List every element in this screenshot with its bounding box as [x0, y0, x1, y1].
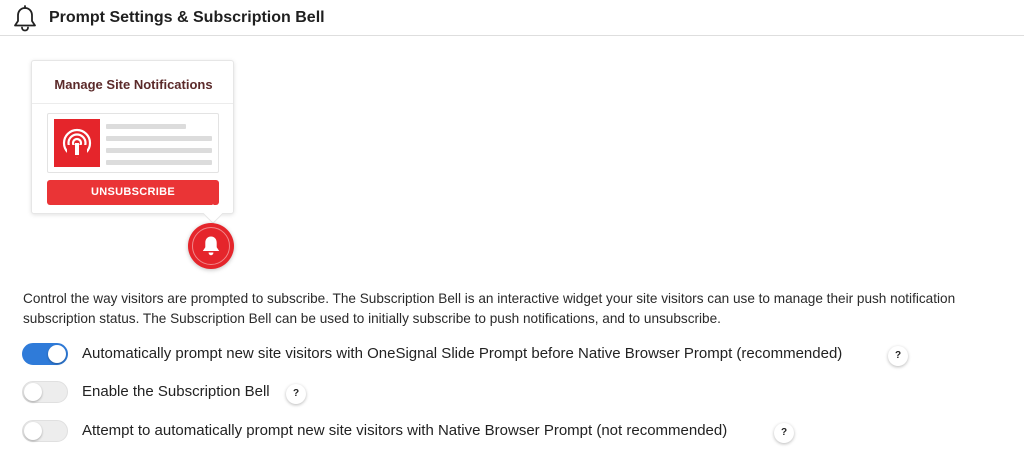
settings-description: Control the way visitors are prompted to… — [23, 291, 956, 326]
placeholder-line — [106, 148, 212, 153]
native-prompt-toggle[interactable] — [22, 420, 68, 442]
slide-prompt-label: Automatically prompt new site visitors w… — [82, 345, 843, 362]
page-title: Prompt Settings & Subscription Bell — [49, 9, 325, 26]
placeholder-line — [106, 136, 212, 141]
help-icon[interactable]: ? — [774, 423, 794, 443]
preview-notification-item — [47, 113, 219, 173]
native-prompt-label: Attempt to automatically prompt new site… — [82, 422, 728, 439]
notification-preview-card: Manage Site Notifications UNSUBSCRIBE — [31, 60, 234, 224]
toggle-knob — [24, 422, 42, 440]
option-slide-prompt: Automatically prompt new site visitors w… — [22, 343, 922, 367]
bell-icon — [14, 5, 36, 32]
placeholder-line — [106, 124, 186, 129]
preview-pointer — [203, 204, 223, 224]
subscription-bell-label: Enable the Subscription Bell — [82, 383, 270, 400]
subscription-bell-toggle[interactable] — [22, 381, 68, 403]
toggle-knob — [48, 345, 66, 363]
section-header: Prompt Settings & Subscription Bell — [0, 0, 1024, 36]
help-icon[interactable]: ? — [286, 384, 306, 404]
subscription-bell-button[interactable] — [188, 223, 234, 269]
onesignal-logo-icon — [62, 128, 92, 158]
option-subscription-bell: Enable the Subscription Bell ? — [22, 381, 922, 405]
unsubscribe-button[interactable]: UNSUBSCRIBE — [47, 180, 219, 205]
toggle-knob — [24, 383, 42, 401]
slide-prompt-toggle[interactable] — [22, 343, 68, 365]
help-icon[interactable]: ? — [888, 346, 908, 366]
option-native-prompt: Attempt to automatically prompt new site… — [22, 420, 922, 444]
onesignal-logo — [54, 119, 100, 167]
bell-icon — [202, 236, 220, 256]
preview-title: Manage Site Notifications — [54, 77, 213, 92]
placeholder-line — [106, 160, 212, 165]
preview-divider — [32, 103, 233, 104]
